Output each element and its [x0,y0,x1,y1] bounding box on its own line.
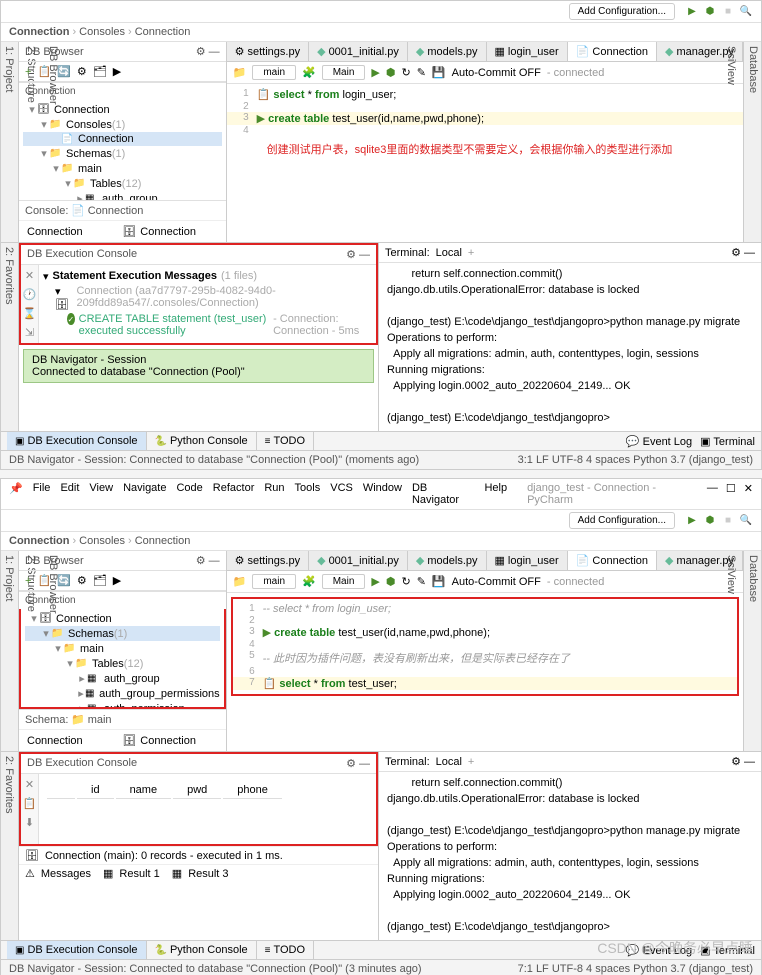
more-icon: ⇲ [25,326,34,339]
connection-label: Connection [19,82,226,100]
add-terminal-icon[interactable]: + [468,247,474,259]
breadcrumb: Connection›Consoles›Connection [1,23,761,42]
left-gutter[interactable]: 1: Project2: StructureDB Browser [1,42,19,242]
tab-connection: 📄Connection [568,42,657,61]
close-icon: ✕ [744,482,753,506]
sql-editor[interactable]: 1📋 select * from login_user; 2 3▶ create… [227,84,743,242]
status-left: DB Navigator - Session: Connected to dat… [9,454,419,466]
session-popup: DB Navigator - Session Connected to data… [23,349,374,383]
run-icon[interactable]: ▶ [685,514,699,528]
annotation-note: 创建测试用户表，sqlite3里面的数据类型不需要定义，会根据你输入的类型进行添… [227,136,743,165]
status-right: 3:1 LF UTF-8 4 spaces Python 3.7 (django… [518,454,753,466]
search-icon[interactable]: 🔍 [739,514,753,528]
run-icon[interactable]: ▶ [685,5,699,19]
editor-toolbar[interactable]: 📁main 🧩Main ▶⬢↻✎💾 Auto-Commit OFF- conne… [227,62,743,84]
stop-icon: ■ [721,514,735,528]
schemas-selected: ▾📁Schemas (1) [25,626,220,641]
db-toolbar[interactable]: +📋🔄⚙🗂▶ [19,62,226,82]
terminal-title: Terminal: [385,247,430,259]
window-controls[interactable]: — ☐ ✕ [707,482,753,506]
right-gutter[interactable]: DatabaseSciView [743,42,761,242]
event-log[interactable]: 💬 Event Log [626,435,692,448]
exec-messages: ▾Statement Execution Messages (1 files) … [39,265,376,343]
clock-icon: 🕐 [23,288,37,301]
conn-cell: 🗄Connection [122,225,217,238]
filter-icon: ⌛ [23,307,37,320]
tab-exec-console[interactable]: ▣ DB Execution Console [7,432,147,450]
table-row: ▸▦auth_group [23,191,222,200]
close-icon: ✕ [25,269,34,282]
tree-connection-selected: 📄Connection [23,132,222,146]
add-config-button[interactable]: Add Configuration... [569,512,675,529]
terminal-tab[interactable]: ▣ Terminal [700,435,755,448]
maximize-icon: ☐ [726,482,736,506]
exec-footer: 🗄Connection (main): 0 records - executed… [19,846,378,864]
exec-title: DB Execution Console [27,248,137,261]
table-row: ▸▦auth_permission [25,701,220,709]
debug-icon[interactable]: ⬢ [703,5,717,19]
debug-icon[interactable]: ⬢ [703,514,717,528]
table-row: ▸▦auth_group [25,671,220,686]
result-tabs[interactable]: ⚠Messages ▦Result 1 ▦Result 3 [19,864,378,882]
result-table: idnamepwdphone [39,774,290,844]
db-tree[interactable]: ▾🗄Connection ▾📁Consoles (1) 📄Connection … [19,100,226,200]
stop-icon: ■ [721,5,735,19]
tab-todo[interactable]: ≡ TODO [257,432,314,450]
table-row: ▸▦auth_group_permissions [25,686,220,701]
db-tree-highlighted[interactable]: ▾🗄Connection ▾📁Schemas (1) ▾📁main ▾📁Tabl… [19,609,226,709]
conn-cell: Connection [27,226,122,238]
menu-bar[interactable]: 📌 FileEditViewNavigateCodeRefactorRunToo… [1,479,761,510]
panel-controls[interactable]: ⚙ — [196,45,220,58]
terminal-output[interactable]: return self.connection.commit() django.d… [379,263,761,431]
db-browser-title: DB Browser [25,46,84,58]
sql-editor-highlighted[interactable]: 1-- select * from login_user; 2 3▶ creat… [231,597,739,696]
search-icon[interactable]: 🔍 [739,5,753,19]
editor-tabs[interactable]: ⚙settings.py ◆0001_initial.py ◆models.py… [227,42,743,62]
tab-python-console[interactable]: 🐍 Python Console [147,432,257,450]
minimize-icon: — [707,482,718,506]
add-config-button[interactable]: Add Configuration... [569,3,675,20]
